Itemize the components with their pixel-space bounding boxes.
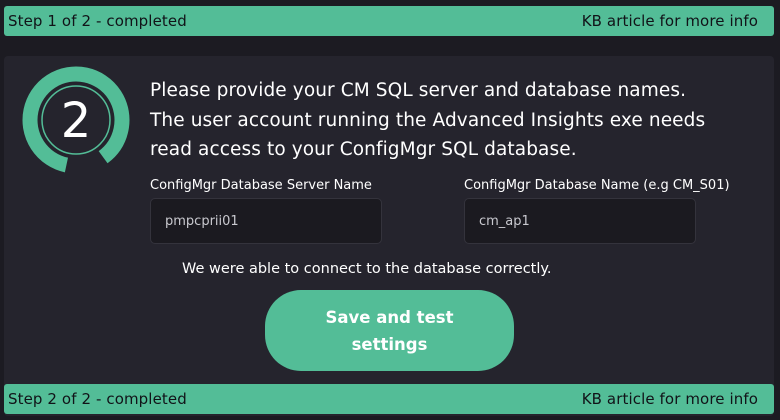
step-progress-ring-icon: 2: [22, 66, 130, 174]
step-wizard: Step 1 of 2 - completed KB article for m…: [0, 0, 780, 420]
server-name-label: ConfigMgr Database Server Name: [150, 178, 372, 193]
database-name-label: ConfigMgr Database Name (e.g CM_S01): [464, 178, 730, 193]
database-name-input[interactable]: [464, 198, 696, 244]
instructions-line-2: The user account running the Advanced In…: [150, 109, 706, 131]
server-name-input[interactable]: [150, 198, 382, 244]
step-1-status-bar: Step 1 of 2 - completed KB article for m…: [4, 6, 774, 36]
step-number: 2: [61, 93, 92, 149]
step-2-status-text: Step 2 of 2 - completed: [8, 390, 187, 408]
instructions-line-3: read access to your ConfigMgr SQL databa…: [150, 139, 577, 160]
step-2-kb-article-link[interactable]: KB article for more info: [582, 390, 770, 408]
step-1-status-text: Step 1 of 2 - completed: [8, 12, 187, 30]
instructions-line-1: Please provide your CM SQL server and da…: [150, 80, 687, 101]
save-and-test-button[interactable]: Save and test settings: [265, 290, 514, 371]
step-1-kb-article-link[interactable]: KB article for more info: [582, 12, 770, 30]
instructions-text: Please provide your CM SQL server and da…: [150, 76, 760, 165]
step-2-status-bar: Step 2 of 2 - completed KB article for m…: [4, 384, 774, 414]
connection-status-message: We were able to connect to the database …: [182, 261, 552, 277]
